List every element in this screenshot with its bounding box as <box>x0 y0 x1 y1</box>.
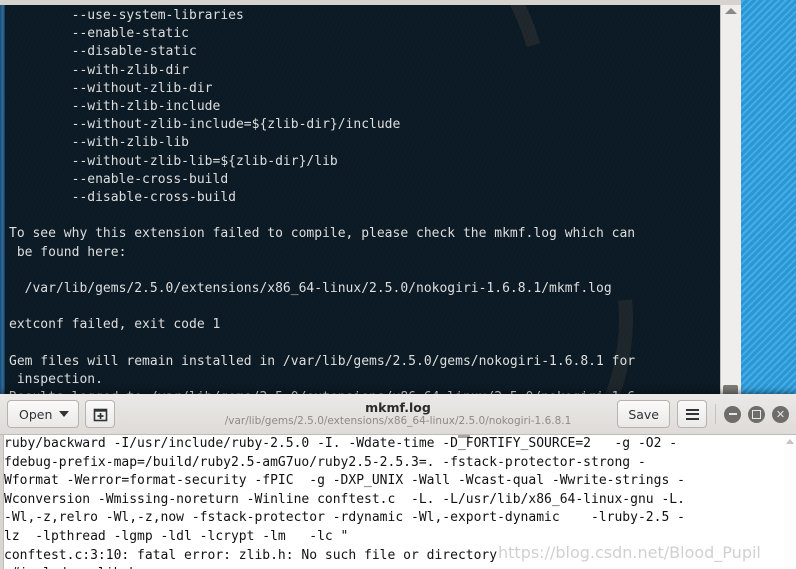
text-line: inspection. <box>9 372 103 388</box>
text-editor-window[interactable]: Open mkmf.log /var/lib/gems/2.5.0/extens… <box>0 394 796 569</box>
editor-document-area[interactable]: ruby/backward -I/usr/include/ruby-2.5.0 … <box>0 435 796 569</box>
minimize-icon <box>728 413 737 415</box>
text-line: /var/lib/gems/2.5.0/extensions/x86_64-li… <box>9 281 612 297</box>
headerbar-right-controls: Save ✕ <box>617 400 789 428</box>
editor-scrollbar[interactable] <box>784 435 796 569</box>
save-button-label: Save <box>628 406 659 422</box>
text-line: --with-zlib-lib <box>9 135 190 151</box>
text-line: --without-zlib-dir <box>9 80 213 96</box>
text-line <box>9 262 717 280</box>
scroll-up-icon[interactable] <box>786 439 794 444</box>
headerbar-separator <box>715 404 716 424</box>
editor-headerbar[interactable]: Open mkmf.log /var/lib/gems/2.5.0/extens… <box>0 394 796 435</box>
screen: --use-system-libraries --enable-static -… <box>0 0 796 569</box>
text-line <box>9 298 717 316</box>
text-line: --disable-static <box>9 44 197 60</box>
hamburger-menu-icon <box>685 408 699 420</box>
save-button[interactable]: Save <box>617 400 670 428</box>
text-line: --disable-cross-build <box>9 190 236 206</box>
new-document-icon <box>93 408 108 421</box>
page-title: mkmf.log <box>365 399 431 415</box>
text-line-partial: #include <zlib.h> <box>4 565 780 569</box>
close-button[interactable]: ✕ <box>772 405 789 423</box>
terminal-scrollbar[interactable] <box>720 5 741 400</box>
text-line: --without-zlib-include=${zlib-dir}/inclu… <box>9 117 401 133</box>
text-line: To see why this extension failed to comp… <box>9 226 636 242</box>
text-line: --with-zlib-include <box>9 99 221 115</box>
text-line: conftest.c:3:10: fatal error: zlib.h: No… <box>4 547 498 563</box>
text-line: --with-zlib-dir <box>9 62 190 78</box>
file-path-subtitle: /var/lib/gems/2.5.0/extensions/x86_64-li… <box>224 414 572 427</box>
menu-button[interactable] <box>677 400 707 428</box>
scroll-up-icon[interactable] <box>725 8 737 14</box>
minimize-button[interactable] <box>724 405 741 423</box>
text-line: --enable-static <box>9 26 190 42</box>
terminal-text: --use-system-libraries --enable-static -… <box>5 5 721 400</box>
terminal-output-area[interactable]: --use-system-libraries --enable-static -… <box>5 5 721 400</box>
text-line: fdebug-prefix-map=/build/ruby2.5-amG7uo/… <box>4 454 646 470</box>
text-line: extconf failed, exit code 1 <box>9 317 221 333</box>
terminal-window[interactable]: --use-system-libraries --enable-static -… <box>0 0 741 400</box>
text-line: ruby/backward -I/usr/include/ruby-2.5.0 … <box>4 436 678 451</box>
chevron-down-icon <box>59 411 70 417</box>
editor-text[interactable]: ruby/backward -I/usr/include/ruby-2.5.0 … <box>4 435 780 569</box>
close-icon: ✕ <box>775 407 786 421</box>
text-line: Wformat -Werror=format-security -fPIC -g… <box>4 473 685 489</box>
open-button-label: Open <box>19 406 53 422</box>
text-line: --without-zlib-lib=${zlib-dir}/lib <box>9 153 338 169</box>
text-line: be found here: <box>9 244 127 260</box>
headerbar-left-controls: Open <box>7 400 116 428</box>
text-line <box>9 207 717 225</box>
text-line: Gem files will remain installed in /var/… <box>9 353 636 369</box>
new-document-button[interactable] <box>85 400 116 428</box>
text-line: lz -lpthread -lgmp -ldl -lcrypt -lm -lc … <box>4 528 349 544</box>
maximize-button[interactable] <box>748 405 765 423</box>
text-line: --use-system-libraries <box>9 8 244 23</box>
text-line <box>9 335 717 353</box>
text-line: --enable-cross-build <box>9 171 229 187</box>
maximize-icon <box>752 409 761 419</box>
open-button[interactable]: Open <box>7 400 80 428</box>
text-line: Wconversion -Wmissing-noreturn -Winline … <box>4 491 685 507</box>
text-line: -Wl,-z,relro -Wl,-z,now -fstack-protecto… <box>4 510 685 526</box>
